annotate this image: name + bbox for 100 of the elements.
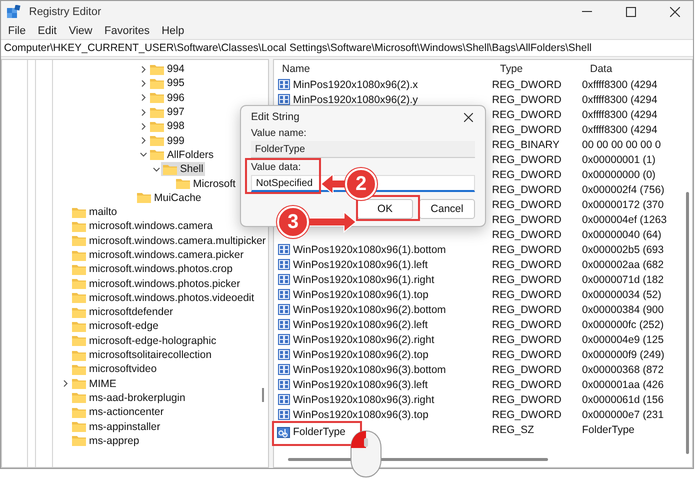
folder-icon xyxy=(150,92,164,104)
folder-icon xyxy=(72,435,86,446)
value-name[interactable]: WinPos1920x1080x96(1).left xyxy=(293,258,428,270)
folder-icon xyxy=(72,264,86,275)
binary-value-icon xyxy=(278,94,290,105)
binary-value-icon xyxy=(278,274,290,285)
value-name[interactable]: WinPos1920x1080x96(2).right xyxy=(293,334,434,346)
menu-item[interactable]: File xyxy=(3,25,31,37)
value-type: REG_DWORD xyxy=(492,94,562,106)
value-name[interactable]: MinPos1920x1080x96(2).y xyxy=(293,94,418,106)
tree-item[interactable]: microsoft.windows.camera xyxy=(70,219,215,234)
value-data: 0x000001aa (426 xyxy=(582,378,664,390)
tree-item[interactable]: microsoft.windows.photos.crop xyxy=(70,262,235,276)
menu-item[interactable]: Edit xyxy=(32,25,62,37)
tree-item[interactable]: ms-actioncenter xyxy=(70,405,166,420)
value-data: 0x000002b5 (693 xyxy=(582,244,664,256)
tree-item[interactable]: ms-apprep xyxy=(70,434,142,448)
value-name[interactable]: MinPos1920x1080x96(2).x xyxy=(293,78,418,90)
value-type: REG_DWORD xyxy=(492,78,562,90)
value-name-field[interactable]: FolderType xyxy=(251,141,475,158)
tree-item[interactable]: Microsoft xyxy=(174,176,238,191)
tree-item[interactable]: AllFolders xyxy=(148,148,216,162)
tree-item[interactable]: 994 xyxy=(148,62,187,76)
value-type: REG_DWORD xyxy=(492,334,562,346)
binary-value-icon xyxy=(278,334,290,345)
close-button[interactable] xyxy=(461,110,475,124)
tree-item[interactable]: 995 xyxy=(148,76,187,90)
value-data: 0x00000000 (0) xyxy=(582,168,656,180)
tree-item[interactable]: microsoft.windows.photos.videoedit xyxy=(70,290,256,305)
step-badge: 3 xyxy=(277,206,309,238)
tree-item[interactable]: Shell xyxy=(161,162,206,176)
folder-icon xyxy=(72,235,86,246)
value-name[interactable]: WinPos1920x1080x96(1).top xyxy=(293,288,428,300)
tree-item[interactable]: 997 xyxy=(148,105,187,120)
folder-icon xyxy=(72,421,86,432)
tree-item[interactable]: MIME xyxy=(70,376,118,391)
value-type: REG_DWORD xyxy=(492,288,562,300)
menu-item[interactable]: Help xyxy=(156,25,190,37)
tree-item[interactable]: ms-appinstaller xyxy=(70,420,162,434)
menu-item[interactable]: View xyxy=(64,25,98,37)
cancel-button[interactable]: Cancel xyxy=(419,199,475,219)
tree-item[interactable]: microsoft-edge xyxy=(70,319,160,334)
value-name[interactable]: WinPos1920x1080x96(3).top xyxy=(293,408,428,420)
field-label: Value data: xyxy=(251,162,302,175)
value-name[interactable]: WinPos1920x1080x96(1).bottom xyxy=(293,244,446,256)
value-data: 0xffff8300 (4294 xyxy=(582,108,658,120)
value-type: REG_SZ xyxy=(492,424,536,436)
tree-item[interactable]: ms-aad-brokerplugin xyxy=(70,390,188,405)
tree-item[interactable]: 999 xyxy=(148,134,187,148)
value-name[interactable]: WinPos1920x1080x96(2).top xyxy=(293,348,428,360)
folder-icon xyxy=(72,378,86,390)
step-badge: 2 xyxy=(345,168,377,200)
tree-item[interactable]: microsoft-edge-holographic xyxy=(70,334,218,348)
tree-item[interactable]: microsoftvideo xyxy=(70,362,159,376)
binary-value-icon xyxy=(278,304,290,315)
tree-item[interactable]: 996 xyxy=(148,90,187,105)
value-type: REG_DWORD xyxy=(492,184,562,196)
tree-item[interactable]: microsoft.windows.camera.picker xyxy=(70,248,246,262)
binary-value-icon xyxy=(278,244,290,255)
value-name[interactable]: FolderType xyxy=(293,426,346,438)
value-data: 0x0000071d (182 xyxy=(582,274,664,286)
tree-item[interactable]: MuiCache xyxy=(135,190,204,205)
column-header[interactable]: Name xyxy=(274,61,492,76)
value-name[interactable]: WinPos1920x1080x96(2).bottom xyxy=(293,304,446,316)
tree-item[interactable]: microsoftsolitairecollection xyxy=(70,348,214,362)
scrollbar-thumb[interactable] xyxy=(262,388,264,402)
binary-value-icon xyxy=(278,364,290,375)
value-type: REG_DWORD xyxy=(492,378,562,390)
value-type: REG_DWORD xyxy=(492,124,562,136)
tree-item[interactable]: microsoft.windows.photos.picker xyxy=(70,276,242,291)
value-data: 0x00000368 (872 xyxy=(582,364,664,376)
value-name[interactable]: WinPos1920x1080x96(3).bottom xyxy=(293,364,446,376)
field-label: Value name: xyxy=(251,128,308,141)
value-data: 0x000000fc (252) xyxy=(582,318,664,330)
folder-icon xyxy=(72,350,86,361)
tree-item[interactable]: mailto xyxy=(70,205,120,220)
minimize-icon xyxy=(582,11,592,13)
tree-item[interactable]: 998 xyxy=(148,119,187,134)
value-type: REG_BINARY xyxy=(492,138,560,150)
value-name[interactable]: WinPos1920x1080x96(1).right xyxy=(293,274,434,286)
menu-item[interactable]: Favorites xyxy=(99,25,155,37)
value-type: REG_DWORD xyxy=(492,214,562,226)
scrollbar-thumb[interactable] xyxy=(686,192,689,454)
value-data: 0x00000172 (370 xyxy=(582,198,664,210)
cubes-icon xyxy=(7,5,21,19)
value-name[interactable]: WinPos1920x1080x96(3).left xyxy=(293,378,428,390)
tree-item[interactable]: microsoftdefender xyxy=(70,305,176,320)
value-name[interactable]: WinPos1920x1080x96(2).left xyxy=(293,318,428,330)
folder-icon xyxy=(72,364,86,375)
binary-value-icon xyxy=(278,289,290,300)
value-data: 0x00000001 (1) xyxy=(582,154,656,166)
address-bar[interactable]: Computer\HKEY_CURRENT_USER\Software\Classes\Local Settings\Software\Microsoft\Windows\Shell\Bags\AllFolders\Shell xyxy=(1,39,693,57)
window-title: Registry Editor xyxy=(29,6,102,18)
column-header[interactable]: Data xyxy=(582,61,692,76)
value-data: 0x000004e9 (125 xyxy=(582,334,664,346)
value-name[interactable]: WinPos1920x1080x96(3).right xyxy=(293,394,434,406)
ok-button[interactable]: OK xyxy=(357,199,413,219)
column-header[interactable]: Type xyxy=(492,61,582,76)
binary-value-icon xyxy=(278,349,290,360)
tree-item[interactable]: microsoft.windows.camera.multipicker xyxy=(70,234,268,248)
